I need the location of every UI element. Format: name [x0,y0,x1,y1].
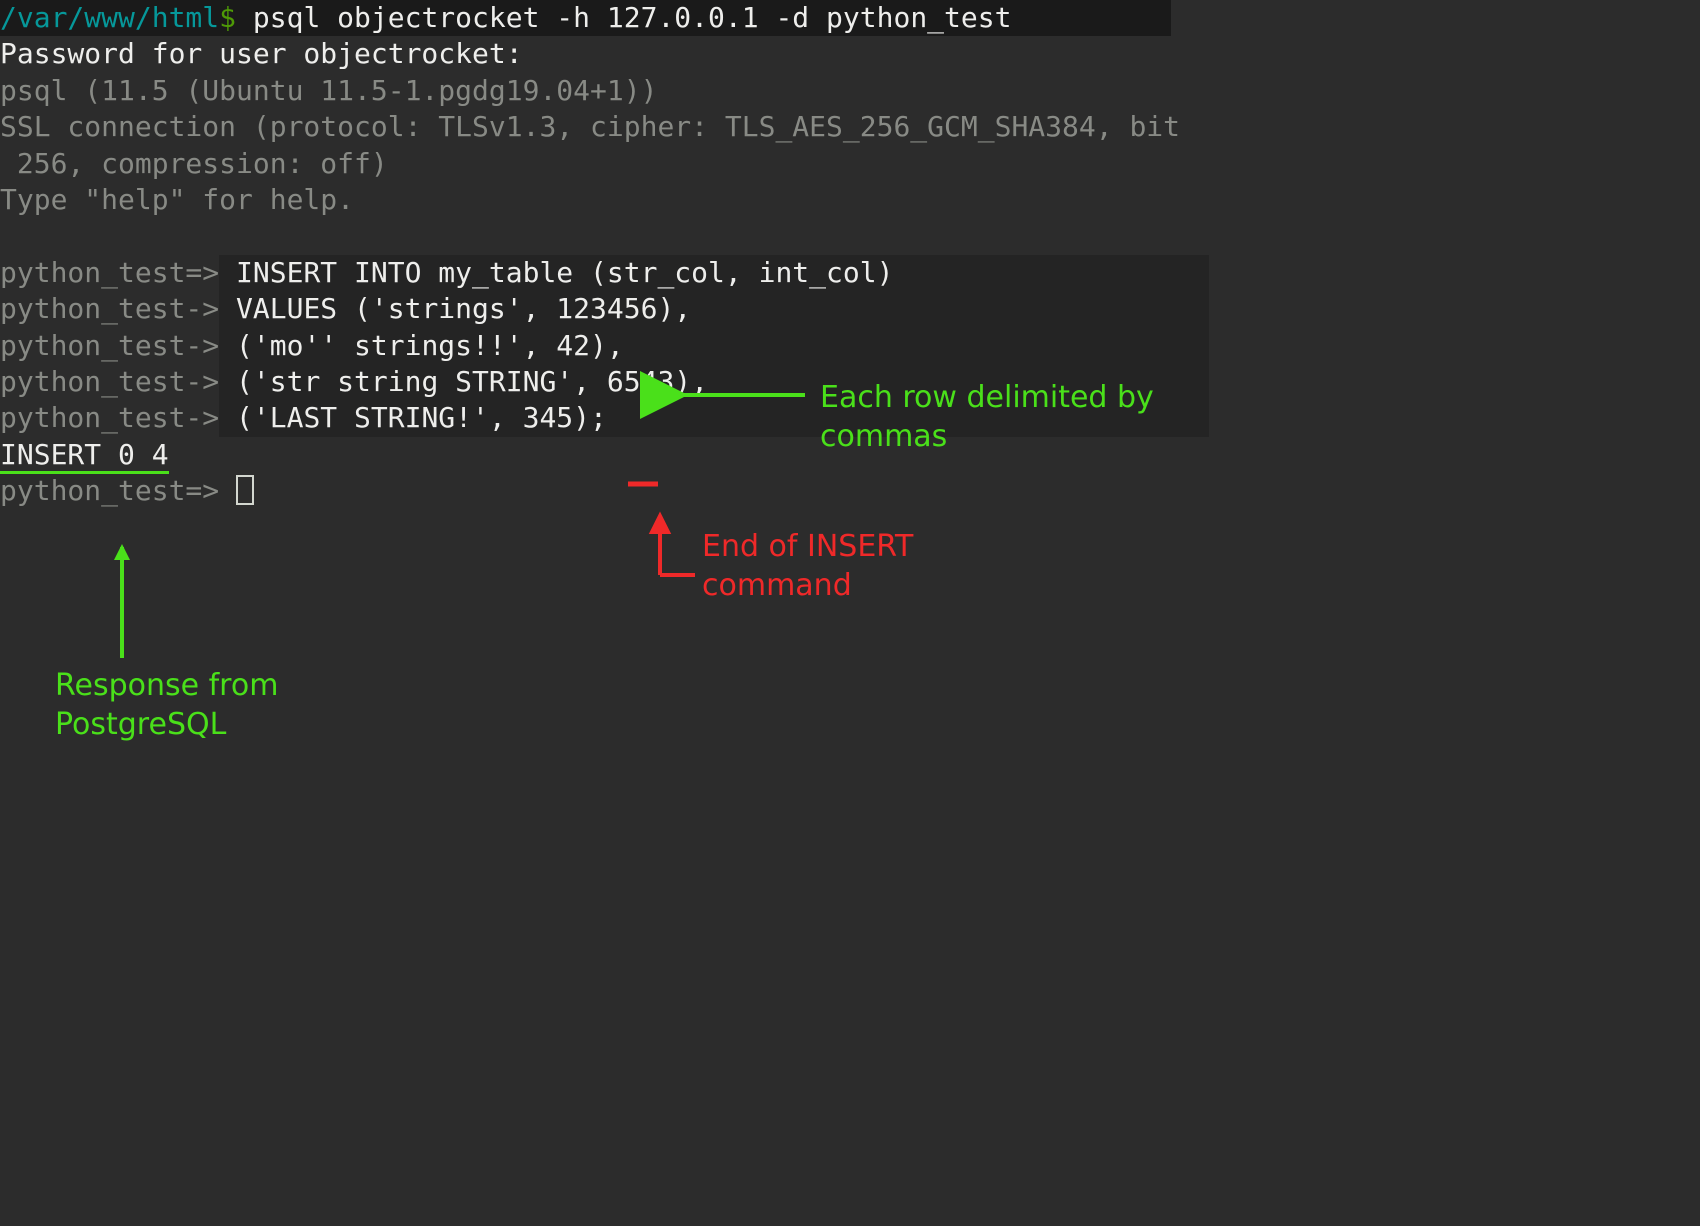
insert-line-1: python_test=> INSERT INTO my_table (str_… [0,255,1700,291]
annotation-rows-delim: Each row delimited by commas [820,378,1154,456]
password-prompt: Password for user objectrocket: [0,36,1700,72]
psql-version: psql (11.5 (Ubuntu 11.5-1.pgdg19.04+1)) [0,73,1700,109]
insert-response: INSERT 0 4 [0,438,169,474]
annotation-text: command [702,566,913,605]
arrowhead-green-up [114,544,130,560]
psql-prompt: python_test=> [0,256,219,289]
sql-text: ('LAST STRING!', 345); [219,401,607,434]
insert-line-3: python_test-> ('mo'' strings!!', 42), [0,328,1700,364]
annotation-text: commas [820,417,1154,456]
psql-prompt-cont: python_test-> [0,401,219,434]
ssl-info-2: 256, compression: off) [0,146,1700,182]
arrow-red-elbow [652,516,695,575]
final-prompt-line[interactable]: python_test=> [0,473,1700,509]
insert-line-2: python_test-> VALUES ('strings', 123456)… [0,291,1700,327]
psql-prompt-cont: python_test-> [0,292,219,325]
sql-text: ('mo'' strings!!', 42), [219,329,624,362]
sql-text: INSERT INTO my_table (str_col, int_col) [219,256,893,289]
sql-text: ('str string STRING', 6543), [219,365,708,398]
annotation-response: Response from PostgreSQL [55,666,278,744]
psql-prompt: python_test=> [0,474,236,507]
shell-command: psql objectrocket -h 127.0.0.1 -d python… [236,1,1011,34]
prompt-dollar: $ [219,1,236,34]
annotation-text: End of INSERT [702,527,913,566]
cursor-icon [236,475,254,505]
annotation-text: PostgreSQL [55,705,278,744]
prompt-path: /var/www/html [0,1,219,34]
ssl-info-1: SSL connection (protocol: TLSv1.3, ciphe… [0,109,1700,145]
terminal-line-1: /var/www/html$ psql objectrocket -h 127.… [0,0,1700,36]
annotation-text: Each row delimited by [820,378,1154,417]
annotation-text: Response from [55,666,278,705]
annotation-end-insert: End of INSERT command [702,527,913,605]
psql-prompt-cont: python_test-> [0,365,219,398]
psql-prompt-cont: python_test-> [0,329,219,362]
help-hint: Type "help" for help. [0,182,1700,218]
sql-text: VALUES ('strings', 123456), [219,292,691,325]
